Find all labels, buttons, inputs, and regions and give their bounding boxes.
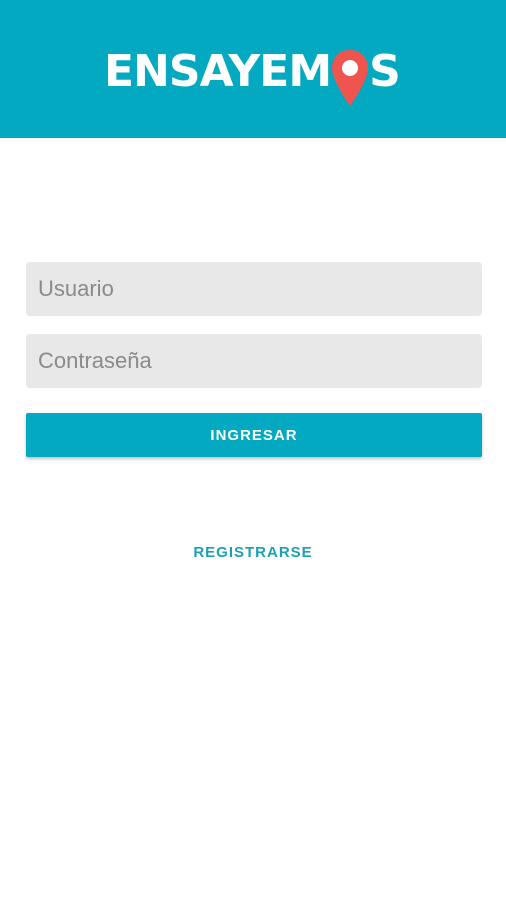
login-button[interactable]: INGRESAR xyxy=(26,413,482,457)
map-pin-icon xyxy=(330,48,370,108)
logo-text-start: ENSAYEM xyxy=(104,46,332,97)
password-input[interactable] xyxy=(26,334,482,388)
username-input[interactable] xyxy=(26,262,482,316)
ensayemos-logo: ENSAYEM S xyxy=(104,46,401,108)
logo-text-end: S xyxy=(369,46,401,97)
register-button[interactable]: REGISTRARSE xyxy=(153,538,353,566)
app-header: ENSAYEM S xyxy=(0,0,506,138)
